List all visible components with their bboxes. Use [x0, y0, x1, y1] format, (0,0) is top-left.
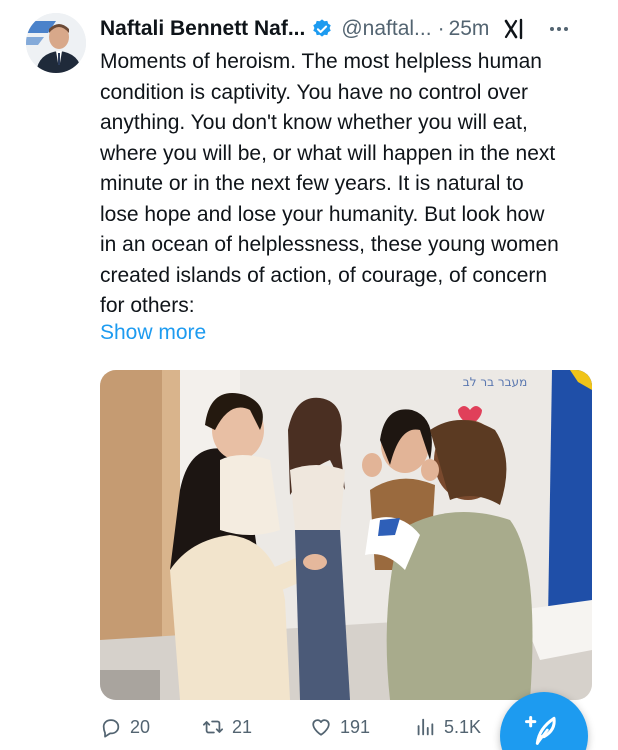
tweet-text-line: for others: — [100, 294, 195, 317]
views-chart-icon — [417, 718, 434, 736]
retweet-icon — [202, 720, 224, 734]
reply-count: 20 — [130, 716, 151, 737]
like-button[interactable]: 191 — [310, 716, 370, 738]
avatar-image — [26, 13, 86, 73]
header-separator: · — [437, 17, 445, 40]
show-more-link[interactable]: Show more — [100, 321, 206, 345]
reply-icon — [102, 719, 120, 738]
tweet-text-line: lose hope and lose your humanity. But lo… — [100, 202, 545, 226]
tweet-timestamp[interactable]: 25m — [449, 17, 490, 41]
tweet-text: Moments of heroism. The most helpless hu… — [100, 47, 600, 322]
retweet-count: 21 — [232, 716, 253, 737]
tweet-text-line: where you will be, or what will happen i… — [100, 141, 556, 165]
verified-badge-icon — [311, 18, 333, 40]
tweet-text-line: in an ocean of helplessness, these young… — [100, 233, 559, 256]
heart-icon — [312, 719, 330, 736]
photo-sign-text: מעבר בר לב — [463, 375, 527, 389]
compose-feather-icon — [525, 716, 556, 745]
tweet-text-line: condition is captivity. You have no cont… — [100, 80, 529, 104]
compose-button[interactable] — [500, 692, 588, 750]
views-count: 5.1K — [444, 716, 482, 737]
tweet-text-line: created islands of action, of courage, o… — [100, 263, 548, 287]
grok-icon[interactable] — [503, 17, 527, 41]
tweet-header: Naftali Bennett Naf... @naftal... · 25m — [100, 14, 602, 44]
views-button[interactable]: 5.1K — [414, 716, 481, 738]
photo-sign: מעבר בר לב — [463, 375, 527, 389]
tweet-text-line: minute or in the next few years. It is n… — [100, 172, 524, 195]
reply-button[interactable]: 20 — [100, 716, 150, 738]
retweet-button[interactable]: 21 — [202, 716, 252, 738]
like-count: 191 — [340, 716, 371, 737]
tweet-photo[interactable]: מעבר בר לב — [100, 370, 592, 700]
tweet-text-line: Moments of heroism. The most helpless hu… — [100, 50, 542, 73]
more-dots-icon[interactable] — [547, 17, 571, 41]
author-name[interactable]: Naftali Bennett Naf... — [100, 17, 305, 41]
author-avatar[interactable] — [26, 13, 86, 73]
tweet-text-line: anything. You don't know whether you wil… — [100, 111, 528, 134]
tweet-card: Naftali Bennett Naf... @naftal... · 25m … — [0, 0, 618, 750]
author-handle[interactable]: @naftal... — [341, 17, 431, 41]
